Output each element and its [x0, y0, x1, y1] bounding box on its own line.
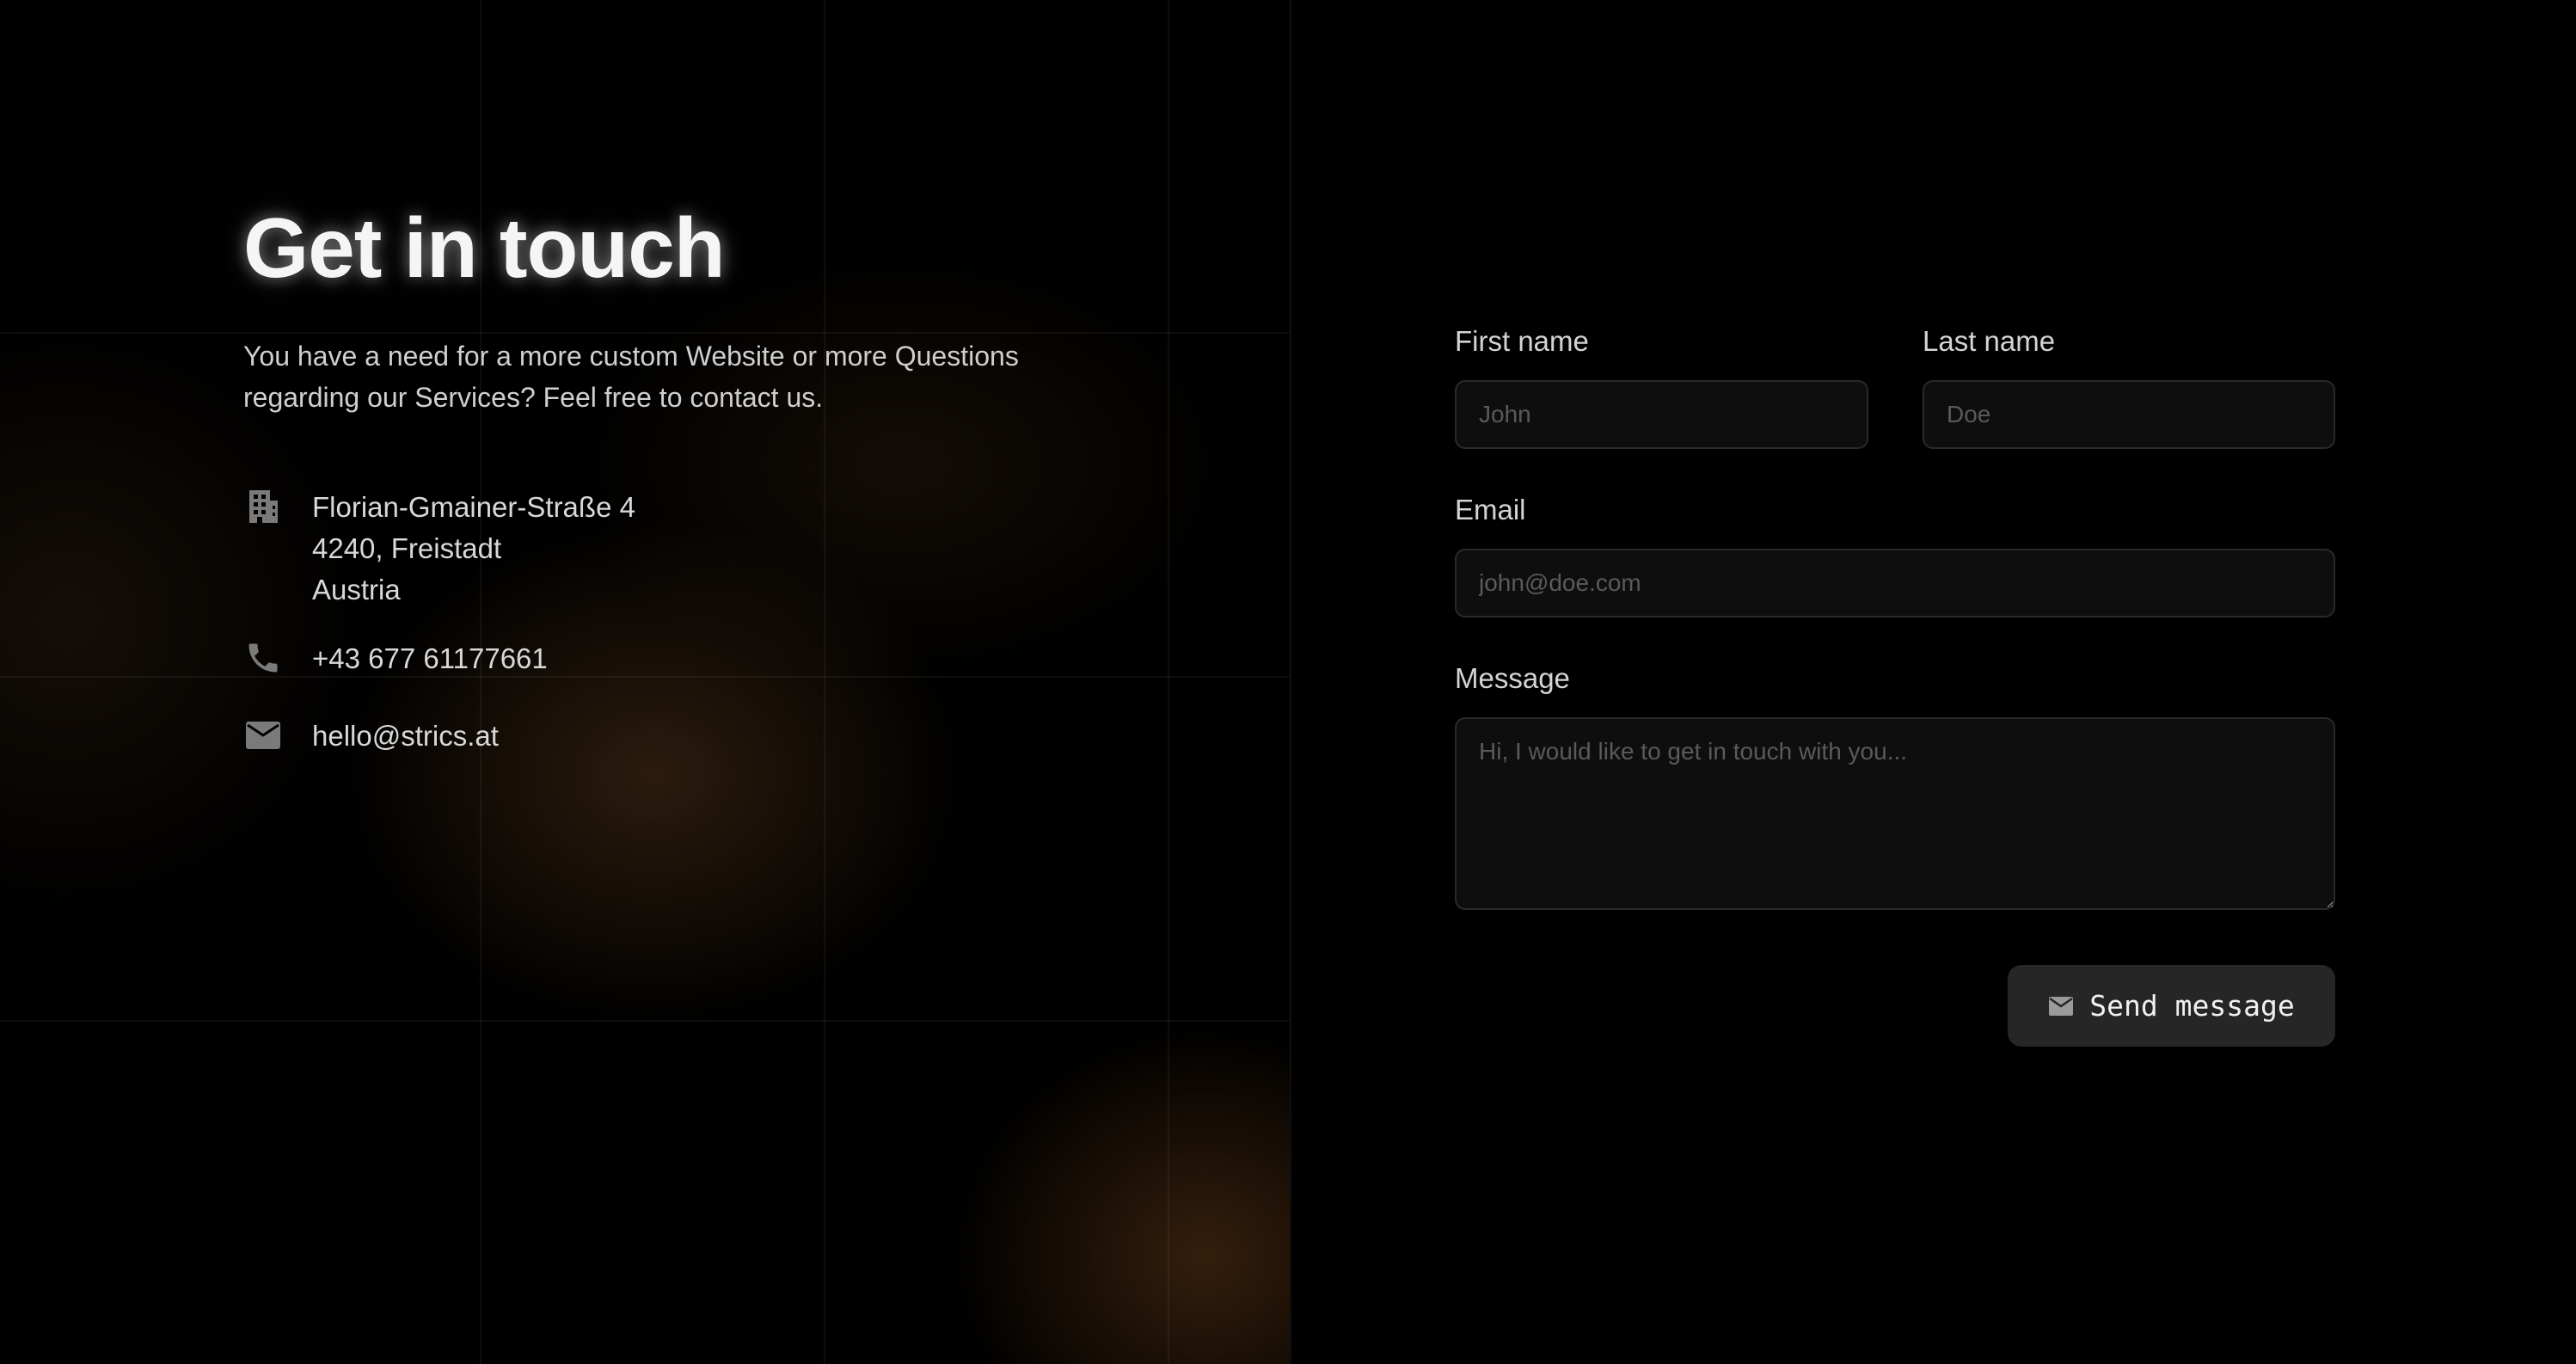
address-line: Austria: [312, 574, 401, 605]
grid-line: [824, 0, 825, 1364]
envelope-icon: [243, 716, 283, 755]
send-message-label: Send message: [2089, 989, 2295, 1023]
email-row: hello@strics.at: [243, 716, 499, 757]
first-name-input[interactable]: [1455, 380, 1868, 449]
phone-number[interactable]: +43 677 61177661: [312, 638, 548, 679]
address-text: Florian-Gmainer-Straße 4 4240, Freistadt…: [312, 487, 635, 611]
envelope-icon: [2048, 993, 2074, 1019]
last-name-label: Last name: [1923, 325, 2056, 357]
page-title: Get in touch: [243, 200, 726, 295]
first-name-label: First name: [1455, 325, 1589, 357]
address-line: Florian-Gmainer-Straße 4: [312, 491, 635, 523]
grid-line: [0, 676, 1290, 678]
message-textarea[interactable]: [1455, 717, 2335, 910]
panel-divider: [1290, 0, 1291, 1364]
phone-icon: [243, 638, 283, 678]
contact-info-panel: Get in touch You have a need for a more …: [0, 0, 1290, 1364]
last-name-input[interactable]: [1923, 380, 2335, 449]
grid-line: [1168, 0, 1169, 1364]
email-address[interactable]: hello@strics.at: [312, 716, 499, 757]
email-label: Email: [1455, 494, 1526, 525]
contact-page: Get in touch You have a need for a more …: [0, 0, 2576, 1364]
message-label: Message: [1455, 662, 1570, 694]
address-line: 4240, Freistadt: [312, 532, 502, 564]
grid-line: [0, 332, 1290, 334]
send-message-button[interactable]: Send message: [2008, 965, 2335, 1047]
building-icon: [243, 487, 283, 526]
email-input[interactable]: [1455, 549, 2335, 617]
grid-line: [0, 1020, 1290, 1022]
phone-row: +43 677 61177661: [243, 638, 548, 679]
page-subtitle: You have a need for a more custom Websit…: [243, 341, 1019, 413]
address-row: Florian-Gmainer-Straße 4 4240, Freistadt…: [243, 487, 635, 611]
